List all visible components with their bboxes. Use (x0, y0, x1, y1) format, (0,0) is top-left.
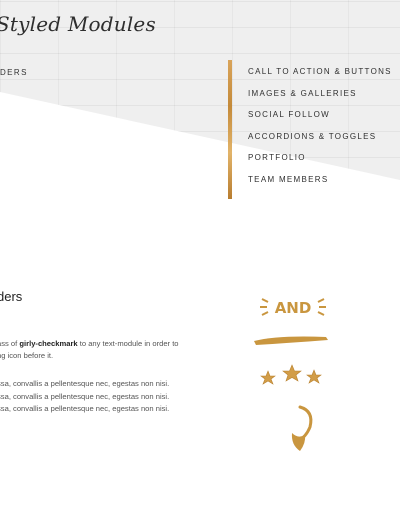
nav-item-accordions-toggles[interactable]: ACCORDIONS & TOGGLES (248, 131, 392, 153)
svg-text:AND: AND (275, 299, 312, 317)
gold-stars-icon (260, 364, 322, 385)
section-description: ass of girly-checkmark to any text-modul… (0, 339, 179, 360)
class-name-highlight: girly-checkmark (19, 339, 78, 348)
section-heading: ders (0, 289, 23, 304)
nav-item-portfolio[interactable]: PORTFOLIO (248, 152, 392, 174)
module-nav: CALL TO ACTION & BUTTONS IMAGES & GALLER… (248, 66, 392, 195)
checkmark-list: ssa, convallis a pellentesque nec, egest… (0, 378, 169, 416)
gold-curly-arrow-icon (291, 405, 313, 451)
nav-item-team-members[interactable]: TEAM MEMBERS (248, 174, 392, 196)
list-item: ssa, convallis a pellentesque nec, egest… (0, 379, 170, 388)
list-item: ssa, convallis a pellentesque nec, egest… (0, 404, 170, 413)
gold-brush-stroke-icon (254, 336, 328, 345)
gold-decoration-group: AND (254, 298, 328, 451)
list-item: ssa, convallis a pellentesque nec, egest… (0, 391, 170, 401)
gold-divider (228, 60, 232, 199)
sparkle-and-icon: AND (260, 298, 326, 317)
nav-item-call-to-action[interactable]: CALL TO ACTION & BUTTONS (248, 66, 392, 88)
nav-item-social-follow[interactable]: SOCIAL FOLLOW (248, 109, 392, 131)
nav-item-partial[interactable]: DERS (0, 68, 28, 77)
site-logo[interactable]: Styled Modules (0, 12, 156, 36)
nav-item-images-galleries[interactable]: IMAGES & GALLERIES (248, 88, 392, 110)
